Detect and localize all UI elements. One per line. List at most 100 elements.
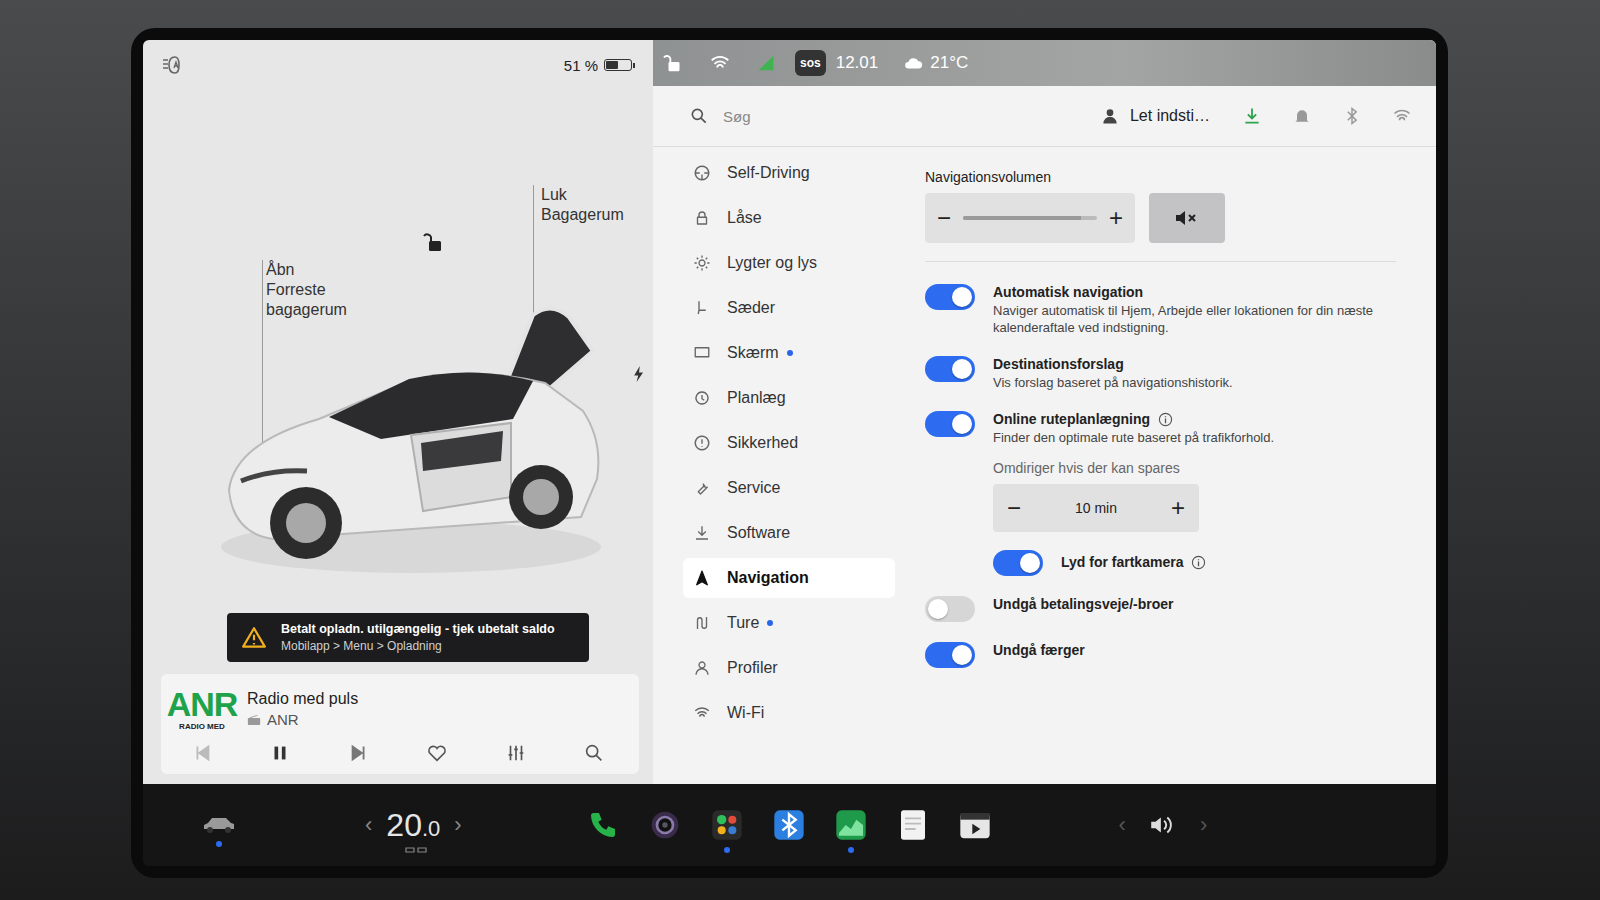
menu-item[interactable]: Navigation xyxy=(683,558,895,598)
status-bar: sos 12.01 21°C xyxy=(653,40,1436,86)
mute-button[interactable] xyxy=(1149,193,1225,243)
station-logo: ANR RADIO MED xyxy=(171,686,233,732)
station-name: ANR xyxy=(247,710,358,730)
car-button[interactable] xyxy=(201,815,237,835)
info-icon[interactable] xyxy=(1158,412,1173,427)
menu-item[interactable]: Service xyxy=(683,468,895,508)
navigation-arrow-icon xyxy=(693,569,711,587)
menu-item[interactable]: Lygter og lys xyxy=(683,243,895,283)
equalizer-icon[interactable] xyxy=(505,742,527,764)
person-icon xyxy=(693,659,711,677)
speaker-icon xyxy=(1148,812,1178,838)
steering-wheel-icon xyxy=(693,164,711,182)
alert-subtitle: Mobilapp > Menu > Opladning xyxy=(281,638,555,654)
energy-app[interactable] xyxy=(835,809,867,841)
alert-title: Betalt opladn. utilgængelig - tjek ubeta… xyxy=(281,621,555,638)
open-frunk-label[interactable]: ÅbnForrestebagagerum xyxy=(266,260,347,320)
toggle-setting: Destinationsforslag Vis forslag baseret … xyxy=(925,354,1396,391)
menu-item[interactable]: Planlæg xyxy=(683,378,895,418)
phone-icon xyxy=(587,809,619,841)
bell-icon[interactable] xyxy=(1292,106,1312,126)
settings-panel: sos 12.01 21°C Søg Let indsti… Self-Driv… xyxy=(653,40,1436,784)
download-icon[interactable] xyxy=(1242,106,1262,126)
volume-up[interactable]: › xyxy=(1200,812,1207,838)
toybox-app[interactable] xyxy=(711,809,743,841)
theater-app[interactable] xyxy=(959,809,991,841)
toggle-switch[interactable] xyxy=(993,550,1043,576)
menu-item[interactable]: Låse xyxy=(683,198,895,238)
toggle-setting: Lyd for fartkamera xyxy=(993,548,1396,576)
alert-circle-icon xyxy=(693,434,711,452)
temperature-up[interactable]: › xyxy=(454,812,461,838)
temperature-down[interactable]: ‹ xyxy=(365,812,372,838)
previous-icon[interactable] xyxy=(191,742,213,764)
sos-badge[interactable]: sos xyxy=(795,50,826,76)
volume-down[interactable]: ‹ xyxy=(1119,812,1126,838)
toggle-setting: Undgå betalingsveje/-broer xyxy=(925,594,1396,622)
menu-item[interactable]: Sikkerhed xyxy=(683,423,895,463)
settings-menu: Self-Driving Låse Lygter og lys Sæder Sk… xyxy=(653,147,895,784)
toggle-setting: Automatisk navigation Naviger automatisk… xyxy=(925,282,1396,336)
search-icon[interactable] xyxy=(583,742,605,764)
light-icon xyxy=(693,254,711,272)
menu-item[interactable]: Ture xyxy=(683,603,895,643)
seat-heat-icon xyxy=(404,846,428,854)
reroute-setting: Omdiriger hvis der kan spares − 10 min + xyxy=(993,460,1396,532)
battery-icon xyxy=(604,59,632,71)
toggle-switch[interactable] xyxy=(925,411,975,437)
car-view: ÅbnForrestebagagerum LukBagagerum xyxy=(161,90,639,607)
menu-item[interactable]: Skærm xyxy=(683,333,895,373)
toggle-switch[interactable] xyxy=(925,356,975,382)
volume-control[interactable]: ‹ › xyxy=(1119,812,1208,838)
outside-temperature: 21°C xyxy=(930,53,968,73)
wrench-icon xyxy=(693,479,711,497)
climate-temperature[interactable]: ‹ 20.0 › xyxy=(365,807,462,844)
car-panel: 51 % ÅbnForrestebagagerum LukBagagerum B… xyxy=(143,40,653,784)
toggle-setting: Online ruteplanlægning Finder den optima… xyxy=(925,409,1396,446)
menu-item[interactable]: Wi-Fi xyxy=(683,693,895,733)
phone-app[interactable] xyxy=(587,809,619,841)
search-field[interactable]: Søg xyxy=(689,106,1080,126)
bluetooth-app[interactable] xyxy=(773,809,805,841)
menu-item[interactable]: Profiler xyxy=(683,648,895,688)
apps-grid-icon xyxy=(711,809,743,841)
route-icon xyxy=(693,614,711,632)
warning-icon xyxy=(241,625,267,651)
menu-item[interactable]: Self-Driving xyxy=(683,153,895,193)
car-illustration xyxy=(211,285,611,585)
wifi-icon[interactable] xyxy=(1392,106,1412,126)
reroute-stepper[interactable]: − 10 min + xyxy=(993,484,1199,532)
toggle-switch[interactable] xyxy=(925,284,975,310)
clock: 12.01 xyxy=(836,53,879,73)
toggle-switch[interactable] xyxy=(925,642,975,668)
media-player: ANR RADIO MED Radio med puls ANR xyxy=(161,674,639,774)
wifi-icon xyxy=(693,704,711,722)
menu-item[interactable]: Software xyxy=(683,513,895,553)
charging-alert[interactable]: Betalt opladn. utilgængelig - tjek ubeta… xyxy=(227,613,589,662)
menu-item[interactable]: Sæder xyxy=(683,288,895,328)
favorite-heart-icon[interactable] xyxy=(426,742,448,764)
camera-icon xyxy=(649,809,681,841)
notes-app[interactable] xyxy=(897,809,929,841)
info-icon[interactable] xyxy=(1191,555,1206,570)
notes-icon xyxy=(897,809,929,841)
close-trunk-label[interactable]: LukBagagerum xyxy=(541,185,624,225)
next-icon[interactable] xyxy=(348,742,370,764)
volume-slider[interactable]: − + xyxy=(925,193,1135,243)
energy-chart-icon xyxy=(835,809,867,841)
touchscreen: 51 % ÅbnForrestebagagerum LukBagagerum B… xyxy=(143,40,1436,866)
profile-button[interactable]: Let indsti… xyxy=(1100,106,1210,126)
toggle-switch[interactable] xyxy=(925,596,975,622)
camera-app[interactable] xyxy=(649,809,681,841)
charge-port-icon[interactable] xyxy=(631,364,647,384)
pause-icon[interactable] xyxy=(269,742,291,764)
seat-icon xyxy=(693,299,711,317)
video-player-icon xyxy=(959,809,991,841)
download-icon xyxy=(693,524,711,542)
unlocked-icon[interactable] xyxy=(423,230,447,254)
bluetooth-icon[interactable] xyxy=(1342,106,1362,126)
unlocked-icon[interactable] xyxy=(663,52,685,74)
car-icon xyxy=(201,815,237,835)
update-dot xyxy=(787,350,793,356)
auto-headlight-icon[interactable] xyxy=(161,53,189,77)
